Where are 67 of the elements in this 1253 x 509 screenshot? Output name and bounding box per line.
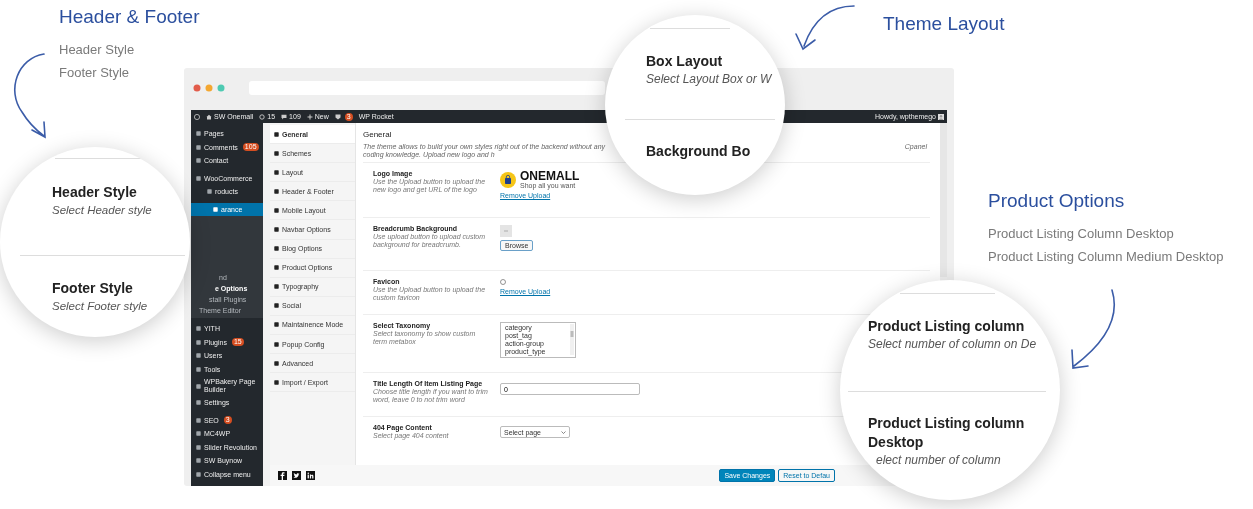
plus-icon xyxy=(306,113,313,120)
sidebar-icon xyxy=(207,189,212,195)
sidebar-icon xyxy=(196,431,201,437)
option-title: Product Listing column xyxy=(868,317,1025,336)
tab-icon xyxy=(274,322,279,328)
feature-label: Header Style xyxy=(59,41,136,59)
feature-label: Footer Style xyxy=(59,64,131,82)
option-title: Box Layout xyxy=(646,52,723,71)
tab-icon xyxy=(274,379,279,385)
tab-icon xyxy=(274,131,279,137)
comment-icon xyxy=(281,113,288,120)
favicon-icon xyxy=(500,279,506,285)
tab-icon xyxy=(274,188,279,194)
sidebar-icon xyxy=(196,458,201,464)
sidebar-icon xyxy=(213,206,218,212)
option-title: Background Bo xyxy=(646,142,751,161)
bag-logo-icon xyxy=(500,171,516,188)
window-controls-icon xyxy=(193,84,227,92)
option-hint: Select number of column on De xyxy=(868,336,1037,353)
option-title: Product Listing column Desktop xyxy=(868,414,1026,452)
tab-icon xyxy=(274,169,279,175)
tab-icon xyxy=(274,303,279,309)
sidebar-icon xyxy=(196,444,201,450)
linkedin-icon xyxy=(306,471,315,480)
sidebar-icon xyxy=(196,144,201,150)
feature-label: Product Listing Column Desktop xyxy=(988,225,1175,243)
avatar-icon xyxy=(938,113,944,120)
brand-name: ONEMALL xyxy=(520,170,580,182)
sidebar-icon xyxy=(196,339,201,345)
sidebar-icon xyxy=(196,417,201,423)
callout-title: Header & Footer xyxy=(59,6,200,28)
tab-icon xyxy=(274,207,279,213)
panel-title: General xyxy=(363,130,393,141)
tab-icon xyxy=(274,150,279,156)
scrollbar-icon xyxy=(570,324,574,355)
twitter-icon xyxy=(292,471,301,480)
callout-title: Product Options xyxy=(988,190,1126,212)
image-placeholder-icon xyxy=(500,225,512,237)
feature-label: Product Listing Column Medium Desktop xyxy=(988,248,1224,266)
sidebar-icon xyxy=(196,131,201,137)
option-hint: elect number of column xyxy=(875,452,1001,469)
option-hint: Select Header style xyxy=(52,203,152,218)
option-hint: Select Layout Box or W xyxy=(646,71,772,88)
option-title: Footer Style xyxy=(52,279,133,298)
sidebar-icon xyxy=(196,400,201,406)
address-bar[interactable] xyxy=(249,80,605,95)
sidebar-icon xyxy=(196,353,201,359)
callout-title: Theme Layout xyxy=(883,13,1005,35)
tab-icon xyxy=(274,360,279,366)
logo-icon xyxy=(194,113,200,120)
tab-icon xyxy=(274,246,279,252)
tab-icon xyxy=(274,284,279,290)
sidebar-icon xyxy=(196,158,201,164)
caret-icon xyxy=(561,430,566,434)
sidebar-icon xyxy=(196,383,201,389)
option-title: Header Style xyxy=(52,183,137,202)
tab-icon xyxy=(274,265,279,271)
sidebar-icon xyxy=(196,366,201,372)
tab-icon xyxy=(274,341,279,347)
sidebar-icon xyxy=(196,326,201,332)
sidebar-icon xyxy=(196,175,201,181)
home-icon xyxy=(206,113,212,120)
facebook-icon xyxy=(278,471,287,480)
sidebar-icon xyxy=(196,471,201,477)
tab-icon xyxy=(274,227,279,232)
shield-icon xyxy=(334,113,341,120)
option-hint: Select Footer style xyxy=(52,299,148,314)
